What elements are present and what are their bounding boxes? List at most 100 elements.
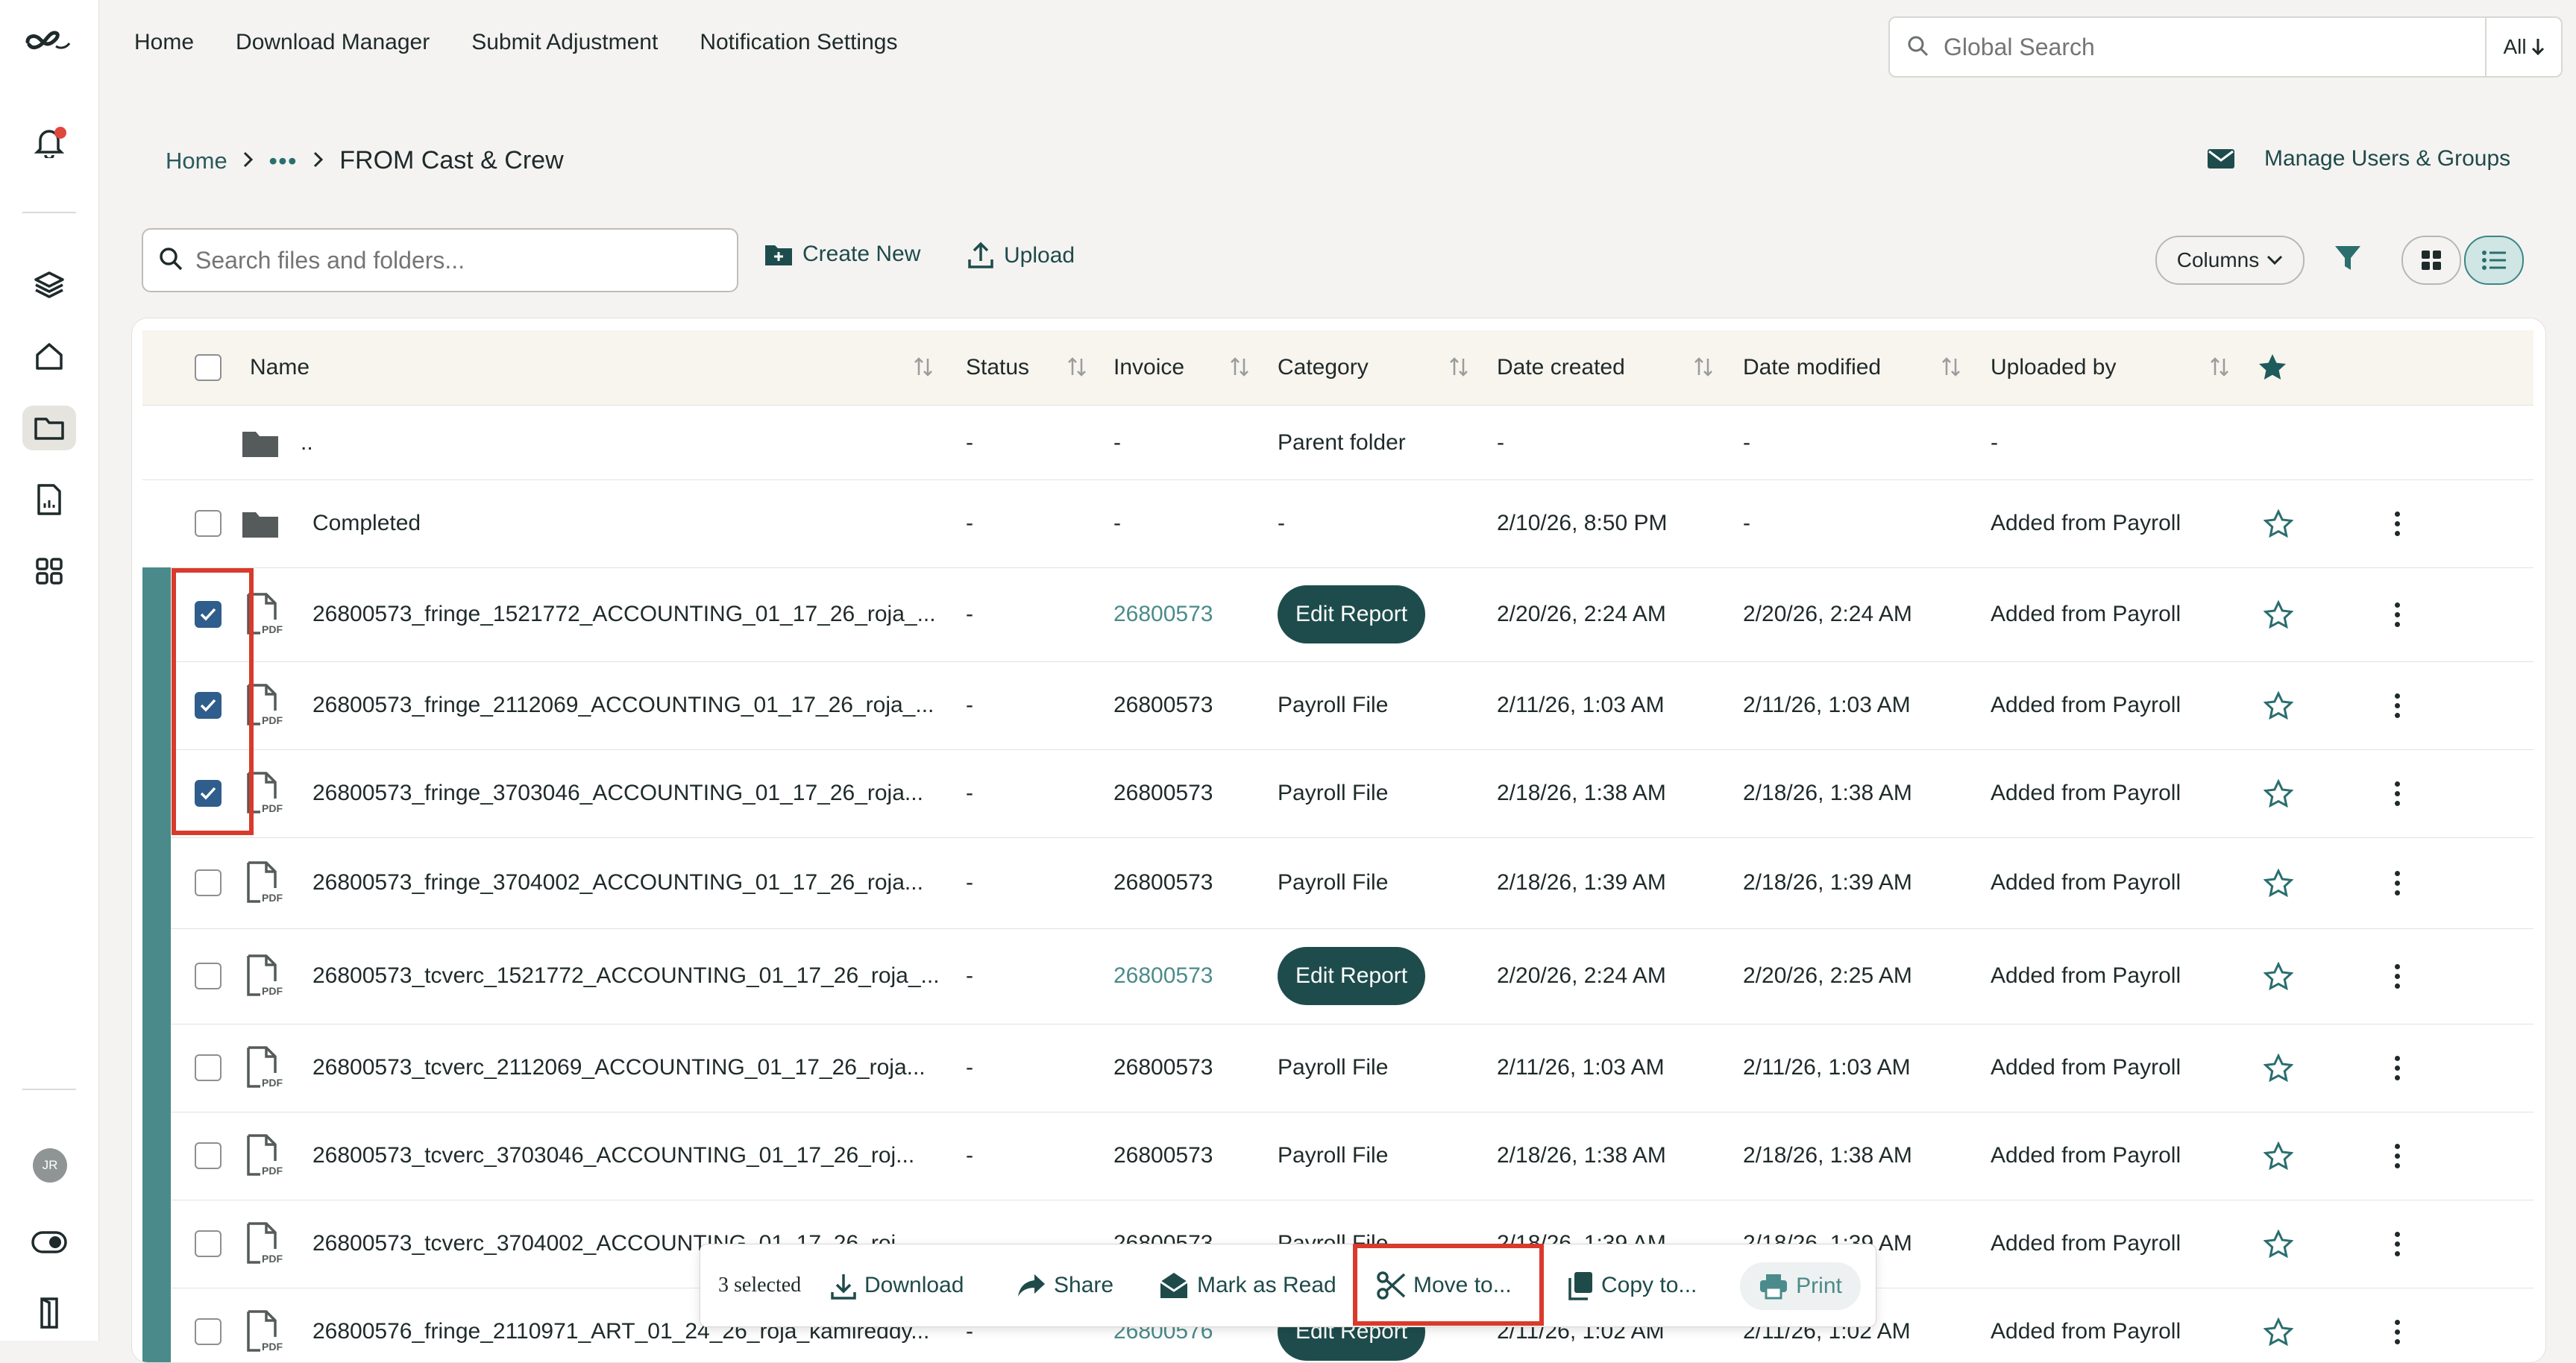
table-row[interactable]: PDF 26800573_tcverc_2112069_ACCOUNTING_01… (142, 1024, 2533, 1112)
row-checkbox[interactable] (195, 1054, 222, 1081)
table-row[interactable]: PDF 26800573_tcverc_1521772_ACCOUNTING_01… (142, 928, 2533, 1024)
more-vertical-icon[interactable] (2395, 1320, 2402, 1349)
upload-button[interactable]: Upload (967, 242, 1075, 270)
report-icon[interactable] (22, 477, 76, 522)
row-checkbox[interactable] (195, 1230, 222, 1257)
table-row[interactable]: PDF 26800573_fringe_1521772_ACCOUNTING_01… (142, 567, 2533, 662)
column-header-invoice[interactable]: Invoice (1113, 330, 1184, 405)
star-outline-icon[interactable] (2263, 778, 2294, 811)
cell-name[interactable]: 26800573_fringe_2112069_ACCOUNTING_01_17… (312, 661, 934, 749)
table-row[interactable]: PDF 26800573_fringe_3703046_ACCOUNTING_01… (142, 749, 2533, 838)
sort-icon[interactable] (1230, 356, 1249, 378)
table-row[interactable]: PDF 26800573_fringe_2112069_ACCOUNTING_01… (142, 661, 2533, 750)
home-icon[interactable] (22, 334, 76, 379)
cell-name[interactable]: 26800573_fringe_1521772_ACCOUNTING_01_17… (312, 567, 936, 661)
nav-download-manager[interactable]: Download Manager (236, 30, 430, 55)
print-button[interactable]: Print (1740, 1262, 1861, 1310)
star-outline-icon[interactable] (2263, 690, 2294, 723)
more-vertical-icon[interactable] (2395, 964, 2402, 993)
column-header-date-modified[interactable]: Date modified (1743, 330, 1881, 405)
star-outline-icon[interactable] (2263, 1141, 2294, 1174)
folder-nav-icon[interactable] (22, 406, 76, 450)
row-checkbox[interactable] (195, 963, 222, 989)
column-header-status[interactable]: Status (966, 330, 1029, 405)
more-vertical-icon[interactable] (2395, 1144, 2402, 1173)
row-checkbox[interactable] (195, 692, 222, 719)
sort-icon[interactable] (1067, 356, 1087, 378)
star-outline-icon[interactable] (2263, 1317, 2294, 1350)
cell-invoice[interactable]: 26800573 (1113, 567, 1213, 661)
edit-report-button[interactable]: Edit Report (1278, 585, 1426, 643)
grid-view-button[interactable] (2401, 236, 2461, 285)
cell-name[interactable]: 26800573_fringe_3703046_ACCOUNTING_01_17… (312, 749, 923, 837)
more-vertical-icon[interactable] (2395, 511, 2402, 541)
column-header-date-created[interactable]: Date created (1497, 330, 1625, 405)
nav-submit-adjustment[interactable]: Submit Adjustment (471, 30, 658, 55)
more-vertical-icon[interactable] (2395, 1056, 2402, 1085)
row-checkbox[interactable] (195, 780, 222, 807)
column-header-category[interactable]: Category (1278, 330, 1369, 405)
star-outline-icon[interactable] (2263, 961, 2294, 994)
columns-dropdown[interactable]: Columns (2155, 236, 2305, 285)
cell-name[interactable]: 26800573_tcverc_1521772_ACCOUNTING_01_17… (312, 928, 940, 1024)
sort-icon[interactable] (1694, 356, 1713, 378)
star-outline-icon[interactable] (2263, 868, 2294, 901)
column-header-uploaded-by[interactable]: Uploaded by (1991, 330, 2116, 405)
move-to-button[interactable]: Move to... (1376, 1244, 1512, 1326)
star-filled-icon[interactable] (2258, 353, 2287, 381)
manage-users-groups-link[interactable]: Manage Users & Groups (2206, 146, 2510, 171)
breadcrumb-more[interactable]: ••• (269, 148, 298, 174)
global-search-input[interactable] (1942, 28, 2393, 66)
more-vertical-icon[interactable] (2395, 693, 2402, 723)
parent-folder-row[interactable]: .. - - - - - Parent folder (142, 406, 2533, 480)
star-outline-icon[interactable] (2263, 1053, 2294, 1086)
list-view-button[interactable] (2464, 236, 2524, 285)
logo-icon[interactable] (22, 19, 76, 64)
table-row[interactable]: Completed - - 2/10/26, 8:50 PM - Added from P… (142, 479, 2533, 568)
breadcrumb-home[interactable]: Home (166, 148, 227, 174)
more-vertical-icon[interactable] (2395, 1232, 2402, 1261)
layers-icon[interactable] (22, 262, 76, 307)
star-outline-icon[interactable] (2263, 509, 2294, 541)
more-vertical-icon[interactable] (2395, 781, 2402, 810)
mark-as-read-button[interactable]: Mark as Read (1158, 1244, 1336, 1326)
create-new-button[interactable]: Create New (764, 242, 920, 267)
more-vertical-icon[interactable] (2395, 871, 2402, 900)
bell-icon[interactable] (22, 119, 76, 164)
sort-icon[interactable] (1449, 356, 1468, 378)
more-vertical-icon[interactable] (2395, 602, 2402, 632)
star-outline-icon[interactable] (2263, 599, 2294, 632)
share-button[interactable]: Share (1017, 1244, 1113, 1326)
cell-name[interactable]: Completed (312, 479, 421, 567)
select-all-checkbox[interactable] (195, 354, 222, 381)
row-checkbox[interactable] (195, 1318, 222, 1345)
row-checkbox[interactable] (195, 601, 222, 628)
cell-name[interactable]: .. (301, 406, 313, 479)
cell-name[interactable]: 26800573_tcverc_3703046_ACCOUNTING_01_17… (312, 1112, 914, 1200)
logout-icon[interactable] (22, 1290, 76, 1335)
table-row[interactable]: PDF 26800573_fringe_3704002_ACCOUNTING_01… (142, 837, 2533, 929)
cell-invoice[interactable]: 26800573 (1113, 928, 1213, 1024)
sort-icon[interactable] (914, 356, 933, 378)
toggle-icon[interactable] (22, 1220, 76, 1265)
edit-report-button[interactable]: Edit Report (1278, 947, 1426, 1005)
column-header-name[interactable]: Name (250, 330, 310, 405)
copy-to-button[interactable]: Copy to... (1567, 1244, 1697, 1326)
cell-name[interactable]: 26800573_tcverc_2112069_ACCOUNTING_01_17… (312, 1024, 926, 1112)
avatar[interactable]: JR (33, 1148, 67, 1183)
row-checkbox[interactable] (195, 1142, 222, 1169)
filter-icon[interactable] (2333, 243, 2363, 277)
search-scope-dropdown[interactable]: All (2485, 18, 2561, 76)
sort-icon[interactable] (2210, 356, 2229, 378)
table-row[interactable]: PDF 26800573_tcverc_3703046_ACCOUNTING_01… (142, 1112, 2533, 1200)
nav-home[interactable]: Home (134, 30, 194, 55)
sort-icon[interactable] (1941, 356, 1961, 378)
cell-name[interactable]: 26800573_fringe_3704002_ACCOUNTING_01_17… (312, 837, 923, 928)
files-search-input[interactable] (194, 242, 719, 279)
download-button[interactable]: Download (830, 1244, 964, 1326)
star-outline-icon[interactable] (2263, 1229, 2294, 1262)
row-checkbox[interactable] (195, 510, 222, 537)
apps-icon[interactable] (22, 549, 76, 594)
nav-notification-settings[interactable]: Notification Settings (700, 30, 897, 55)
row-checkbox[interactable] (195, 869, 222, 896)
